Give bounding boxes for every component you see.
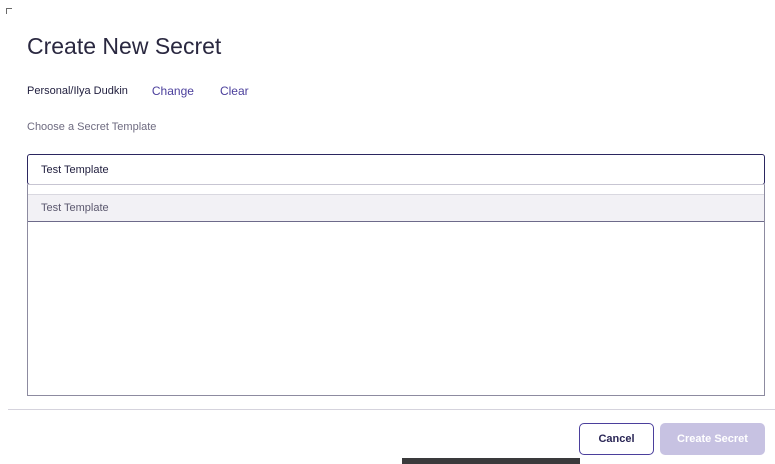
folder-path: Personal/Ilya Dudkin: [27, 85, 128, 97]
cancel-button[interactable]: Cancel: [579, 423, 654, 455]
folder-row: Personal/Ilya Dudkin Change Clear: [27, 84, 249, 98]
create-secret-dialog: Create New Secret Personal/Ilya Dudkin C…: [0, 0, 775, 464]
template-option[interactable]: Test Template: [28, 194, 764, 222]
footer-divider: [8, 409, 775, 410]
dialog-title: Create New Secret: [27, 33, 222, 59]
change-folder-link[interactable]: Change: [152, 84, 194, 98]
template-dropdown-list: Test Template: [27, 184, 765, 396]
template-label: Choose a Secret Template: [27, 121, 157, 133]
bottom-overlay-bar: [402, 458, 580, 464]
create-secret-button[interactable]: Create Secret: [660, 423, 765, 455]
clear-folder-link[interactable]: Clear: [220, 84, 249, 98]
template-search-input[interactable]: [27, 154, 765, 185]
